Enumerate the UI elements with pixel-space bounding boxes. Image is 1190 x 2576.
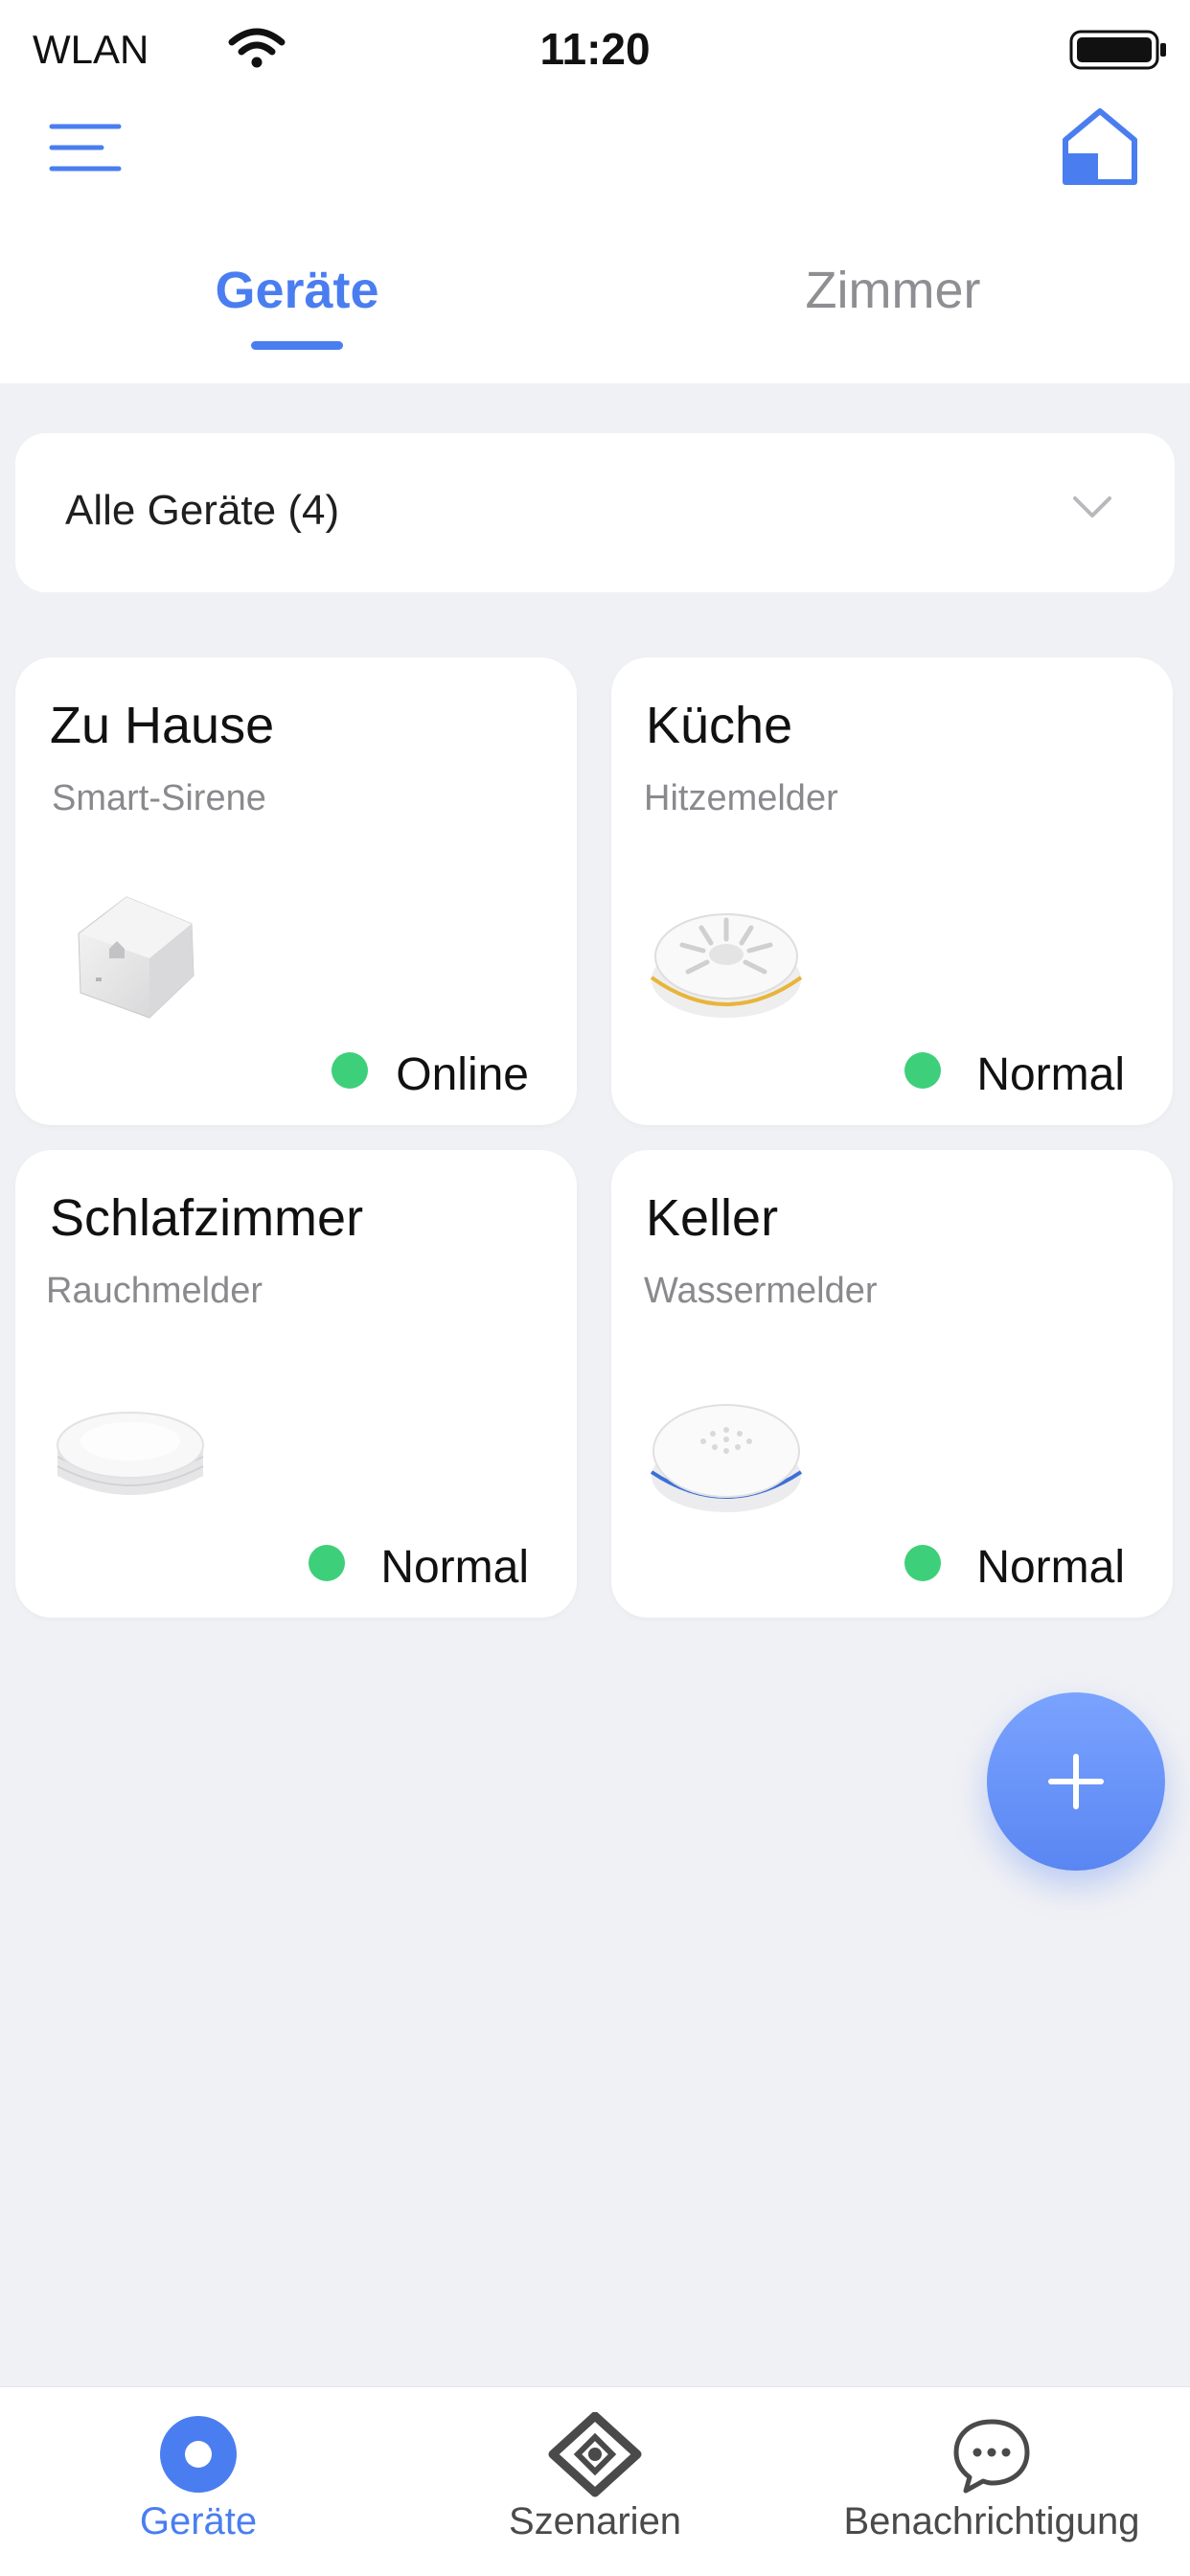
menu-icon[interactable] xyxy=(48,113,125,182)
device-status: Normal xyxy=(380,1542,529,1593)
device-filter-dropdown[interactable]: Alle Geräte (4) xyxy=(15,433,1175,592)
add-device-button[interactable] xyxy=(987,1692,1165,1871)
device-type: Rauchmelder xyxy=(46,1271,263,1311)
device-card-zu-hause[interactable]: Zu Hause Smart-Sirene Online xyxy=(15,657,577,1125)
scenarios-icon xyxy=(548,2412,642,2497)
status-indicator xyxy=(904,1052,941,1089)
tab-devices[interactable]: Geräte xyxy=(153,261,441,320)
notifications-icon xyxy=(953,2419,1030,2494)
active-tab-indicator xyxy=(251,341,343,350)
device-status: Normal xyxy=(976,1049,1125,1100)
water-detector-icon xyxy=(650,1404,803,1512)
smart-siren-icon xyxy=(78,896,195,1019)
devices-icon xyxy=(160,2416,237,2493)
smoke-detector-icon xyxy=(57,1412,204,1495)
nav-label-devices: Geräte xyxy=(139,2500,258,2542)
device-room: Schlafzimmer xyxy=(50,1189,364,1247)
status-bar: WLAN 11:20 xyxy=(0,0,1190,96)
home-icon[interactable] xyxy=(1060,105,1140,188)
nav-label-scenarios: Szenarien xyxy=(508,2500,682,2542)
status-indicator xyxy=(309,1545,345,1581)
heat-detector-icon xyxy=(650,913,803,1018)
tab-rooms[interactable]: Zimmer xyxy=(749,261,1037,320)
chevron-down-icon xyxy=(1073,496,1111,518)
device-type: Wassermelder xyxy=(644,1271,878,1311)
device-room: Küche xyxy=(646,697,793,754)
status-indicator xyxy=(332,1052,368,1089)
device-type: Hitzemelder xyxy=(644,778,838,818)
nav-item-notifications[interactable]: Benachrichtigung xyxy=(793,2387,1190,2576)
status-indicator xyxy=(904,1545,941,1581)
device-filter-label: Alle Geräte (4) xyxy=(65,487,340,534)
battery-icon xyxy=(1069,30,1166,70)
device-status: Online xyxy=(396,1049,529,1100)
device-room: Zu Hause xyxy=(50,697,275,754)
nav-label-notifications: Benachrichtigung xyxy=(843,2500,1140,2542)
device-card-schlafzimmer[interactable]: Schlafzimmer Rauchmelder Normal xyxy=(15,1150,577,1618)
device-type: Smart-Sirene xyxy=(52,778,266,818)
nav-item-scenarios[interactable]: Szenarien xyxy=(397,2387,793,2576)
status-time: 11:20 xyxy=(539,24,651,74)
device-card-keller[interactable]: Keller Wassermelder Normal xyxy=(611,1150,1173,1618)
bottom-navigation: Geräte Szenarien Benachrichtigung xyxy=(0,2386,1190,2576)
device-card-kueche[interactable]: Küche Hitzemelder Normal xyxy=(611,657,1173,1125)
device-room: Keller xyxy=(646,1189,779,1247)
device-status: Normal xyxy=(976,1542,1125,1593)
nav-item-devices[interactable]: Geräte xyxy=(0,2387,397,2576)
